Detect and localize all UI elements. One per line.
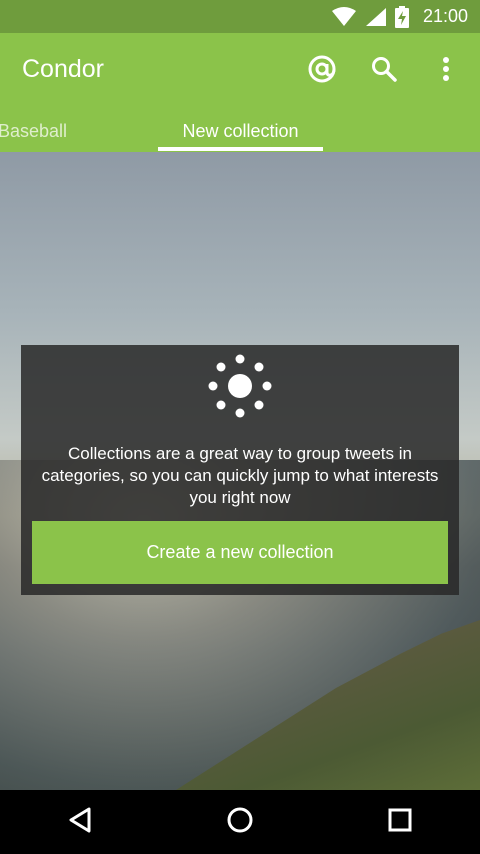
status-icons: 21:00: [331, 5, 480, 28]
mentions-icon: [307, 54, 337, 88]
collection-description: Collections are a great way to group twe…: [41, 444, 439, 507]
search-button[interactable]: [366, 53, 402, 89]
overflow-menu-icon: [442, 56, 450, 86]
idea-bulb-icon: [207, 353, 273, 419]
home-button[interactable]: [216, 798, 264, 846]
back-button[interactable]: [56, 798, 104, 846]
status-bar: 21:00: [0, 0, 480, 33]
overflow-menu-button[interactable]: [428, 53, 464, 89]
app-bar: Condor: [0, 33, 480, 111]
app-title: Condor: [22, 55, 104, 83]
collection-prompt-card: Collections are a great way to group twe…: [21, 345, 459, 595]
status-time: 21:00: [422, 6, 468, 26]
tab-new-collection[interactable]: New collection: [158, 111, 323, 152]
back-icon: [67, 806, 93, 838]
recents-button[interactable]: [376, 798, 424, 846]
mentions-button[interactable]: [304, 53, 340, 89]
create-collection-button[interactable]: Create a new collection: [32, 521, 448, 584]
wifi-icon: [331, 6, 357, 27]
recents-icon: [387, 807, 413, 837]
tab-bar: Baseball New collection: [0, 111, 480, 152]
app-bar-actions: [304, 53, 464, 89]
search-icon: [371, 56, 397, 86]
navigation-bar: [0, 790, 480, 854]
signal-icon: [365, 7, 387, 27]
tab-indicator: [158, 147, 323, 151]
tab-baseball[interactable]: Baseball: [0, 111, 90, 152]
battery-charging-icon: [394, 5, 409, 28]
home-icon: [226, 806, 254, 838]
